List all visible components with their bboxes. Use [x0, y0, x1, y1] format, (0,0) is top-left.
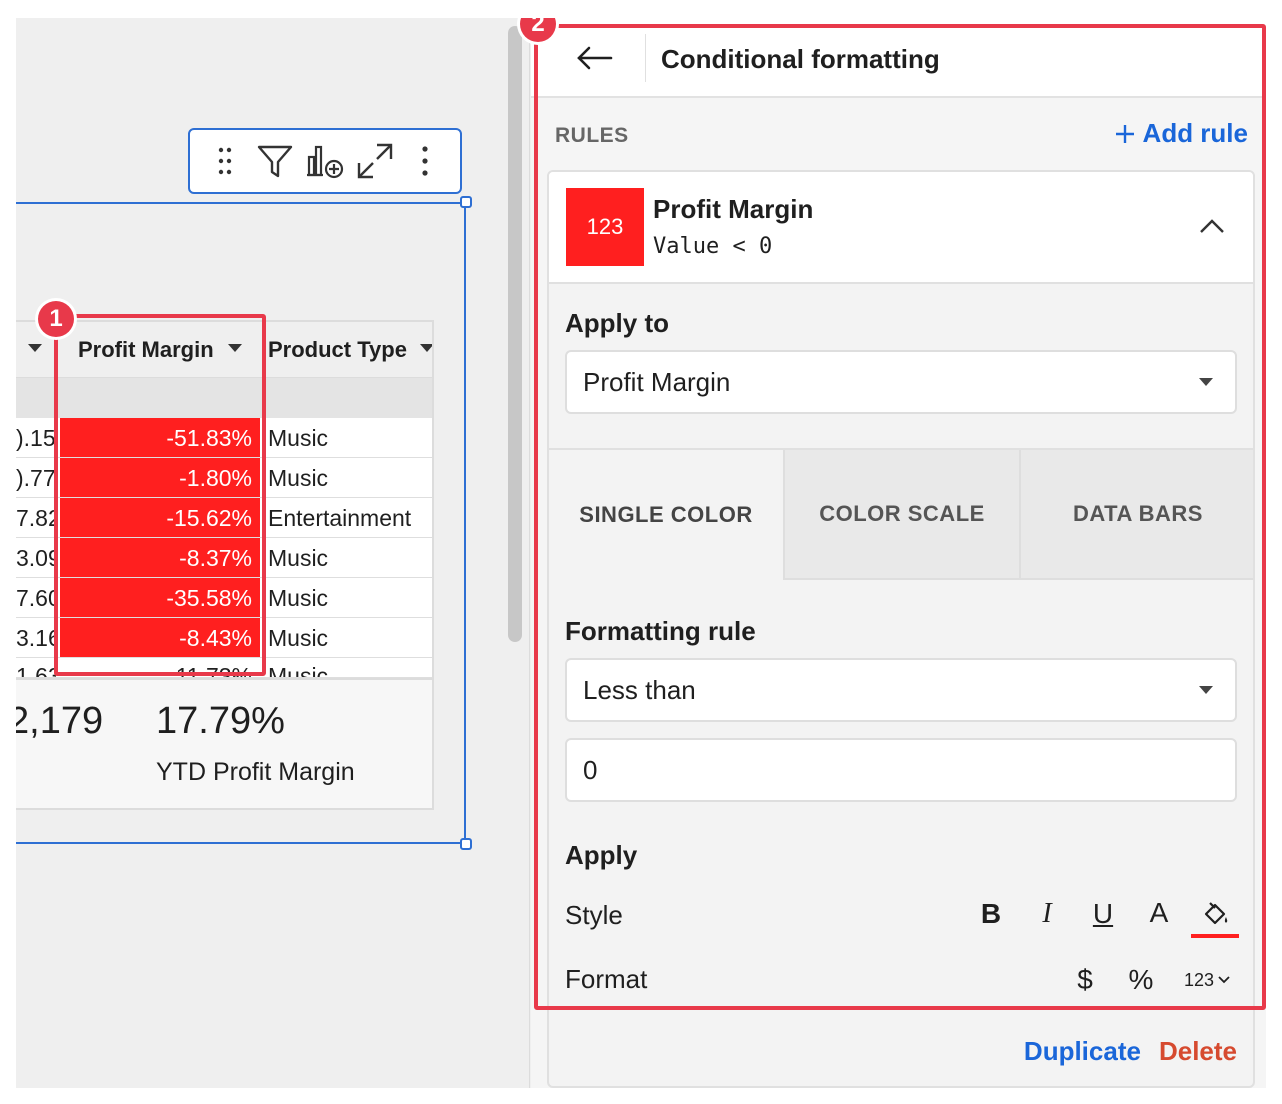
table-cell: ).15 — [16, 425, 56, 451]
kpi-value-ytd-profit-margin: 17.79% — [156, 700, 285, 742]
expand-icon[interactable] — [353, 139, 397, 183]
add-chart-icon[interactable] — [303, 139, 347, 183]
kpi-value: 2,179 — [16, 700, 104, 742]
annotation-highlight-panel — [534, 24, 1266, 1010]
column-menu-arrow-icon[interactable] — [420, 344, 432, 352]
app-frame: Profit Margin Product Type ).15 -51.83% … — [16, 18, 1266, 1088]
product-type-cell: Music — [268, 425, 329, 451]
scrollbar-thumb[interactable] — [508, 26, 522, 642]
resize-handle-top-right[interactable] — [460, 196, 472, 208]
table-cell: 7.82 — [16, 505, 56, 531]
filter-icon[interactable] — [253, 139, 297, 183]
product-type-cell: Music — [268, 585, 329, 611]
workbook-canvas: Profit Margin Product Type ).15 -51.83% … — [16, 18, 500, 1088]
product-type-cell: Music — [268, 663, 329, 678]
product-type-cell: Music — [268, 625, 329, 651]
table-cell: 3.16 — [16, 625, 56, 651]
element-toolbar — [188, 128, 462, 194]
canvas-scrollbar[interactable] — [500, 18, 530, 1088]
table-cell: 1.63 — [16, 663, 56, 678]
table-cell: 3.09 — [16, 545, 56, 571]
kpi-summary: 2,179 17.79% YTD Profit Margin — [16, 678, 432, 808]
table-cell: ).77 — [16, 465, 56, 491]
drag-handle-icon[interactable] — [203, 139, 247, 183]
table-cell: 7.60 — [16, 585, 56, 611]
duplicate-button[interactable]: Duplicate — [1024, 1036, 1141, 1067]
kpi-label-ytd-profit-margin: YTD Profit Margin — [156, 758, 355, 786]
rule-card-footer: Duplicate Delete — [1024, 1036, 1237, 1067]
product-type-cell: Entertainment — [268, 505, 412, 531]
product-type-cell: Music — [268, 545, 329, 571]
annotation-highlight-column — [54, 314, 266, 676]
product-type-cell: Music — [268, 465, 329, 491]
delete-button[interactable]: Delete — [1159, 1036, 1237, 1067]
column-menu-arrow-icon[interactable] — [28, 344, 42, 352]
annotation-badge-1: 1 — [38, 301, 74, 337]
resize-handle-bottom-right[interactable] — [460, 838, 472, 850]
column-header-product-type[interactable]: Product Type — [268, 322, 407, 378]
more-vertical-icon[interactable] — [403, 139, 447, 183]
